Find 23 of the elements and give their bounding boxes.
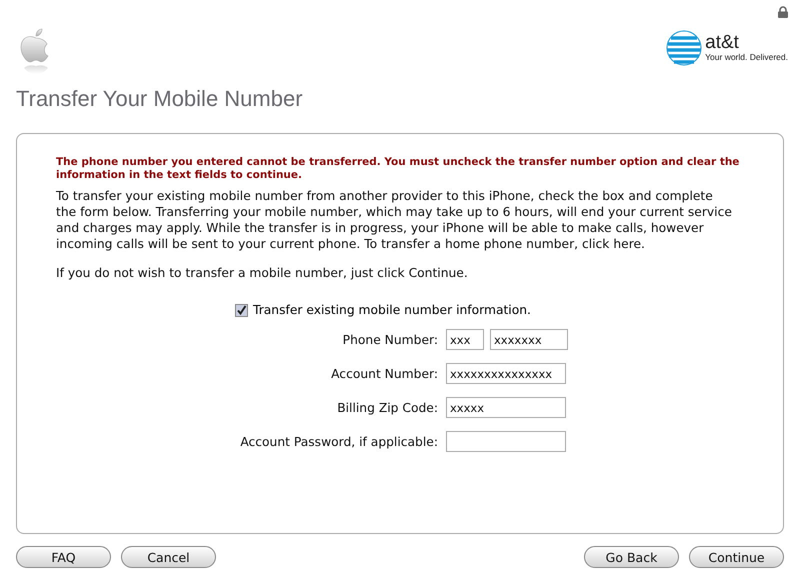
input-field[interactable]: xxxxxxx	[490, 329, 568, 350]
brand-tagline: Your world. Delivered.	[705, 52, 788, 62]
instruction-text: If you do not wish to transfer a mobile number, just click Continue.	[56, 265, 469, 281]
field-label: Phone Number:	[342, 332, 438, 346]
globe-logo-icon	[666, 30, 702, 66]
footer-button[interactable]: FAQ	[16, 546, 111, 568]
footer-button[interactable]: Go Back	[584, 546, 679, 568]
lock-icon	[778, 6, 788, 18]
footer-button[interactable]: Cancel	[121, 546, 216, 568]
checkbox-label: Transfer existing mobile number information.	[253, 303, 531, 317]
instruction-text: To transfer your existing mobile number from another provider to this iPhone, check the box and complete the form below. Transferring your mobile number, which may take up to 6 hours, will end your current service and charges may apply. While the transfer is in progress, your iPhone will be able to make calls, however incoming calls will be sent to your current phone. To transfer a home phone number, click here.	[56, 188, 733, 252]
error-message: The phone number you entered cannot be transferred. You must uncheck the transfer number option and clear the information in the text fields to continue.	[56, 156, 740, 182]
input-field[interactable]: xxxxx	[446, 397, 566, 418]
checkbox[interactable]	[235, 304, 248, 316]
field-label: Billing Zip Code:	[336, 400, 438, 414]
field-label: Account Number:	[330, 366, 438, 380]
brand-name: at&t	[705, 34, 740, 52]
input-field[interactable]: xxx	[446, 329, 484, 350]
field-label: Account Password, if applicable:	[239, 434, 438, 448]
page-title: Transfer Your Mobile Number	[16, 86, 304, 112]
footer-button[interactable]: Continue	[689, 546, 784, 568]
input-field[interactable]: xxxxxxxxxxxxxxx	[446, 363, 566, 384]
input-field[interactable]	[446, 431, 566, 452]
